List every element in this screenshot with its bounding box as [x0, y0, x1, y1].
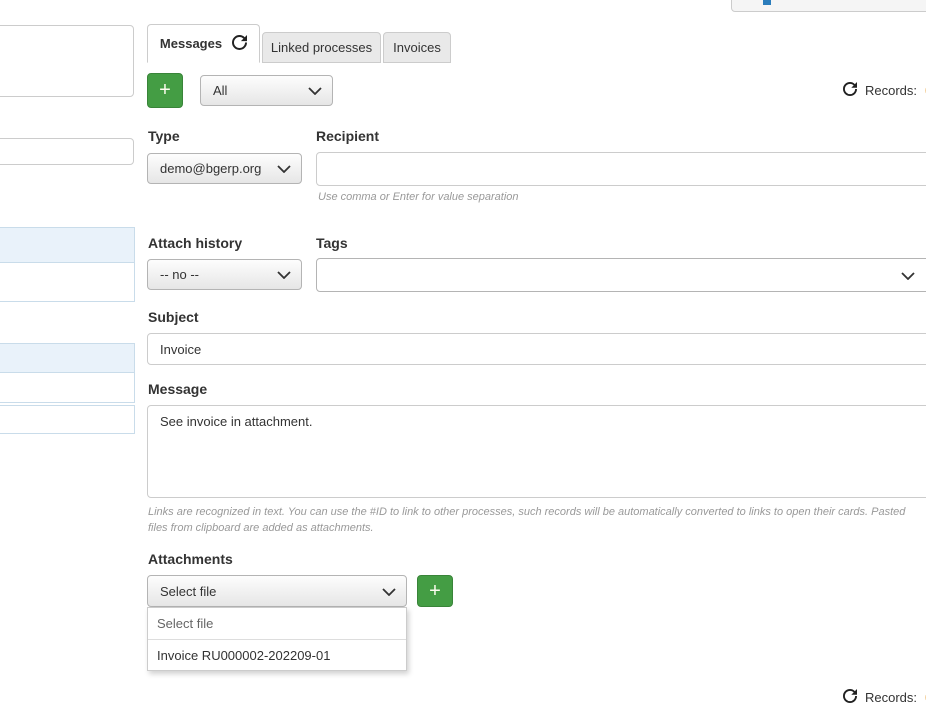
tab-messages[interactable]: Messages	[147, 24, 260, 63]
tab-messages-label: Messages	[160, 36, 222, 51]
chevron-down-icon	[308, 83, 322, 98]
attachment-file-select[interactable]: Select file	[147, 575, 407, 607]
attachment-option-label: Invoice RU000002-202209-01	[157, 648, 330, 663]
type-value: demo@bgerp.org	[160, 161, 261, 176]
message-textarea[interactable]: See invoice in attachment.	[147, 405, 926, 498]
partial-top-button[interactable]	[731, 0, 926, 12]
attachment-option-select-file[interactable]: Select file	[148, 608, 406, 639]
attachment-option-invoice[interactable]: Invoice RU000002-202209-01	[148, 639, 406, 670]
chevron-down-icon	[277, 267, 291, 282]
tab-linked-processes-label: Linked processes	[271, 40, 372, 55]
tab-linked-processes[interactable]: Linked processes	[262, 32, 381, 63]
refresh-icon[interactable]	[232, 35, 247, 53]
left-table-row[interactable]	[0, 372, 135, 403]
attachment-option-label: Select file	[157, 616, 213, 631]
type-select[interactable]: demo@bgerp.org	[147, 153, 302, 184]
records-label: Records:	[865, 690, 917, 705]
left-panel-box[interactable]	[0, 25, 134, 97]
attach-history-value: -- no --	[160, 267, 199, 282]
add-message-button[interactable]: +	[147, 73, 183, 108]
tags-label: Tags	[316, 235, 348, 251]
subject-value: Invoice	[160, 342, 201, 357]
message-filter-value: All	[213, 83, 227, 98]
plus-icon: +	[429, 580, 441, 603]
left-table-row-highlighted[interactable]	[0, 343, 135, 373]
attachments-label: Attachments	[148, 551, 233, 567]
plus-icon: +	[159, 79, 171, 102]
message-hint: Links are recognized in text. You can us…	[148, 505, 926, 537]
type-label: Type	[148, 128, 180, 144]
refresh-icon[interactable]	[843, 689, 857, 706]
partial-blue-icon	[763, 0, 771, 5]
message-filter-select[interactable]: All	[200, 75, 333, 106]
chevron-down-icon	[277, 161, 291, 176]
subject-input[interactable]: Invoice	[147, 333, 926, 365]
attach-history-select[interactable]: -- no --	[147, 259, 302, 290]
records-counter-top: Records: 0	[843, 82, 926, 99]
tab-invoices[interactable]: Invoices	[383, 32, 451, 63]
recipient-hint: Use comma or Enter for value separation	[318, 190, 519, 206]
chevron-down-icon	[901, 268, 915, 283]
message-value: See invoice in attachment.	[160, 414, 312, 429]
subject-label: Subject	[148, 309, 199, 325]
tags-select[interactable]	[316, 258, 926, 292]
records-label: Records:	[865, 83, 917, 98]
attachment-dropdown-menu: Select file Invoice RU000002-202209-01	[147, 607, 407, 671]
recipient-input[interactable]	[316, 152, 926, 186]
records-counter-bottom: Records: 0	[843, 689, 926, 706]
left-table-row-highlighted[interactable]	[0, 227, 135, 263]
message-label: Message	[148, 381, 207, 397]
left-panel-field[interactable]	[0, 138, 134, 165]
message-compose-screen: Messages Linked processes Invoices + All…	[0, 0, 926, 706]
left-table-row[interactable]	[0, 262, 135, 302]
attach-history-label: Attach history	[148, 235, 242, 251]
add-attachment-button[interactable]: +	[417, 575, 453, 607]
tab-invoices-label: Invoices	[393, 40, 441, 55]
attachment-file-value: Select file	[160, 584, 216, 599]
refresh-icon[interactable]	[843, 82, 857, 99]
chevron-down-icon	[382, 584, 396, 599]
recipient-label: Recipient	[316, 128, 379, 144]
left-table-row[interactable]	[0, 405, 135, 434]
